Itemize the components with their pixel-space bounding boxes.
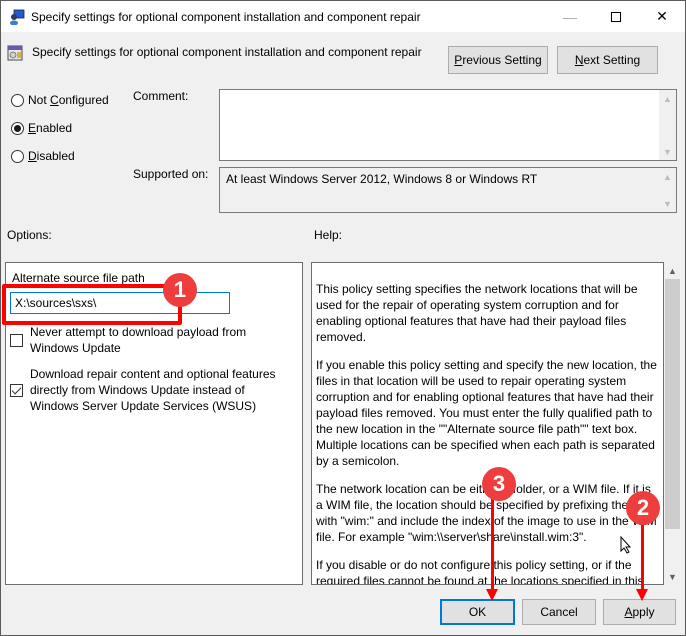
- ok-button[interactable]: OK: [440, 599, 515, 625]
- close-button[interactable]: ✕: [639, 1, 685, 32]
- annotation-arrowhead-3: [486, 589, 498, 601]
- supported-on-label: Supported on:: [133, 167, 209, 181]
- annotation-badge-3: 3: [482, 467, 516, 501]
- group-policy-icon: [9, 9, 25, 25]
- scroll-down-icon: ▼: [663, 198, 672, 209]
- annotation-arrow-line-3: [491, 499, 494, 593]
- radio-button[interactable]: [11, 121, 24, 135]
- radio-button[interactable]: [11, 149, 24, 163]
- policy-settings-dialog: Specify settings for optional component …: [0, 0, 686, 636]
- minimize-button[interactable]: —: [547, 1, 593, 32]
- annotation-badge-1: 1: [163, 273, 197, 307]
- radio-enabled[interactable]: Enabled: [11, 121, 72, 135]
- maximize-button[interactable]: [593, 1, 639, 32]
- previous-setting-button[interactable]: Previous Setting: [448, 46, 548, 74]
- setting-title: Specify settings for optional component …: [32, 45, 422, 59]
- annotation-highlight-box: [2, 284, 182, 325]
- radio-label: Disabled: [28, 149, 75, 163]
- policy-setting-icon: [7, 45, 23, 61]
- mouse-cursor-icon: [620, 535, 632, 554]
- apply-button[interactable]: Apply: [603, 599, 676, 625]
- radio-button[interactable]: [11, 93, 24, 107]
- help-panel: This policy setting specifies the networ…: [311, 262, 664, 585]
- ok-label: OK: [468, 605, 487, 619]
- apply-label: Apply: [624, 605, 655, 619]
- help-paragraph: If you enable this policy setting and sp…: [316, 358, 657, 468]
- maximize-icon: [611, 11, 621, 22]
- scroll-up-icon: ▲: [663, 171, 672, 182]
- help-scrollbar-thumb[interactable]: [665, 279, 680, 529]
- comment-textarea[interactable]: ▲ ▼: [219, 89, 677, 161]
- scroll-down-icon[interactable]: ▼: [664, 568, 681, 585]
- alternate-source-label: Alternate source file path: [12, 271, 145, 285]
- help-scrollbar[interactable]: ▲ ▼: [664, 262, 681, 585]
- never-download-checkbox[interactable]: [10, 333, 23, 347]
- radio-not-configured[interactable]: Not Configured: [11, 93, 109, 107]
- supported-scrollbar: ▲ ▼: [659, 168, 676, 212]
- never-download-label: Never attempt to download payload from W…: [30, 325, 247, 355]
- cancel-label: Cancel: [540, 605, 578, 619]
- next-setting-button[interactable]: Next Setting: [557, 46, 658, 74]
- previous-setting-label: Previous Setting: [454, 53, 542, 67]
- scroll-up-icon[interactable]: ▲: [659, 90, 676, 107]
- cancel-button[interactable]: Cancel: [522, 599, 596, 625]
- radio-label: Not Configured: [28, 93, 109, 107]
- scroll-up-icon[interactable]: ▲: [664, 262, 681, 279]
- never-download-checkbox-row[interactable]: Never attempt to download payload from W…: [10, 324, 270, 356]
- radio-disabled[interactable]: Disabled: [11, 149, 75, 163]
- help-heading: Help:: [314, 228, 343, 242]
- download-from-wu-checkbox[interactable]: [10, 383, 23, 397]
- annotation-arrow-line-2: [641, 523, 644, 593]
- scroll-down-icon[interactable]: ▼: [659, 143, 676, 160]
- comment-scrollbar[interactable]: ▲ ▼: [659, 90, 676, 160]
- help-paragraph: If you disable or do not configure this …: [316, 558, 644, 585]
- next-setting-label: Next Setting: [574, 53, 641, 67]
- options-heading: Options:: [7, 228, 52, 242]
- comment-label: Comment:: [133, 89, 189, 103]
- supported-on-value: At least Windows Server 2012, Windows 8 …: [226, 172, 538, 186]
- window-title: Specify settings for optional component …: [31, 9, 421, 24]
- radio-label: Enabled: [28, 121, 73, 135]
- annotation-badge-2: 2: [626, 491, 660, 525]
- help-text: This policy setting specifies the networ…: [316, 281, 658, 585]
- annotation-arrowhead-2: [636, 589, 648, 601]
- supported-on-field: At least Windows Server 2012, Windows 8 …: [219, 167, 677, 213]
- minimize-icon: —: [563, 8, 577, 25]
- close-icon: ✕: [656, 8, 668, 24]
- download-from-wu-checkbox-row[interactable]: Download repair content and optional fea…: [10, 366, 280, 414]
- download-from-wu-label: Download repair content and optional fea…: [30, 367, 276, 413]
- help-paragraph: This policy setting specifies the networ…: [316, 282, 638, 344]
